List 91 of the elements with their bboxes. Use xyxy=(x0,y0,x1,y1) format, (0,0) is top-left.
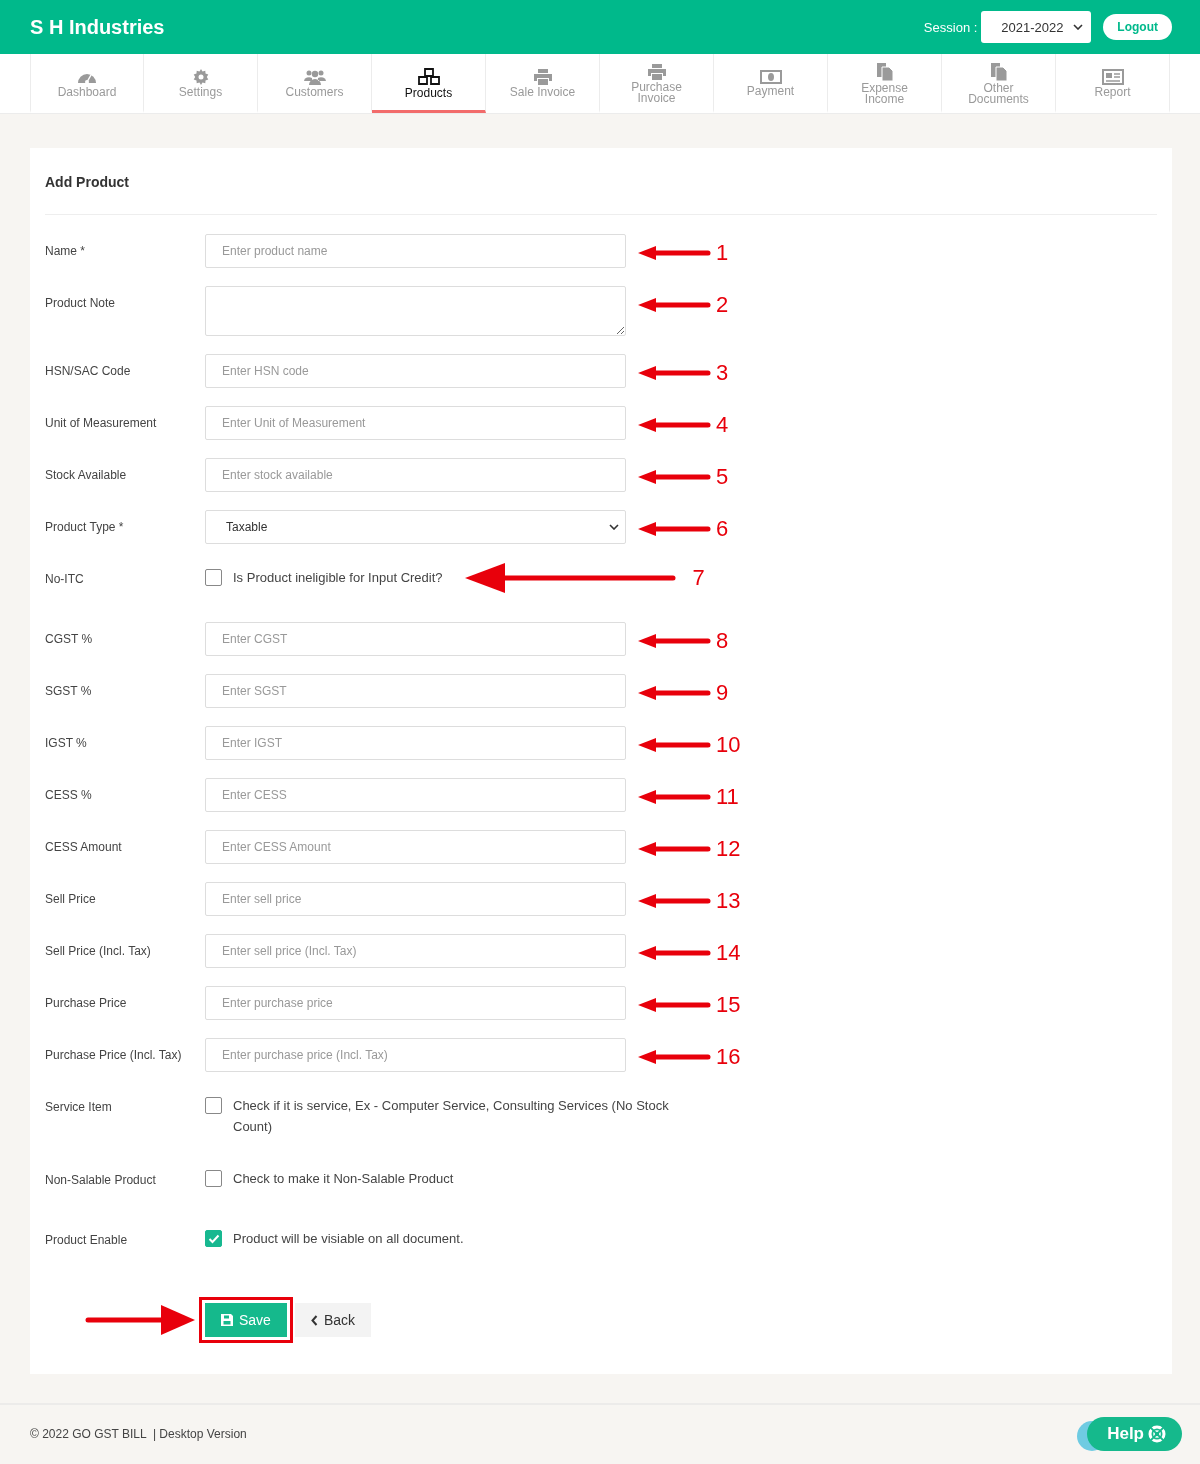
annotation-number: 10 xyxy=(716,734,741,756)
nav-tab[interactable]: Settings xyxy=(144,54,258,113)
input-field[interactable]: Enter CESS Amount xyxy=(205,830,626,864)
annotation-number: 7 xyxy=(692,567,705,589)
annotation-number: 5 xyxy=(716,466,729,488)
nav-tab[interactable]: Customers xyxy=(258,54,372,113)
nav-tab[interactable]: Sale Invoice xyxy=(486,54,600,113)
input-field[interactable]: Enter purchase price xyxy=(205,986,626,1020)
annotation-number: 1 xyxy=(716,242,729,264)
input-field[interactable]: Enter purchase price (Incl. Tax) xyxy=(205,1038,626,1072)
field-label: Product Enable xyxy=(45,1232,129,1249)
annotation-number: 2 xyxy=(716,294,729,316)
nav-tab[interactable]: Payment xyxy=(714,54,828,113)
annotation-number: 11 xyxy=(716,786,739,808)
checkbox[interactable] xyxy=(205,1097,222,1114)
documents-icon xyxy=(989,62,1008,81)
annotation-number: 16 xyxy=(716,1046,741,1068)
checkbox-label: Product will be visiable on all document. xyxy=(233,1230,464,1248)
field-label: Sell Price (Incl. Tax) xyxy=(45,943,152,960)
nav-tab[interactable]: Other Documents xyxy=(942,54,1056,113)
logout-button[interactable]: Logout xyxy=(1103,14,1172,40)
gear-icon xyxy=(192,69,209,85)
input-field[interactable]: Enter CGST xyxy=(205,622,626,656)
nav-tab[interactable]: Expense Income xyxy=(828,54,942,113)
printer-icon xyxy=(532,69,553,85)
annotation-number: 4 xyxy=(716,414,729,436)
checkbox[interactable] xyxy=(205,569,222,586)
boxes-icon xyxy=(416,68,441,86)
field-label: CESS Amount xyxy=(45,839,123,856)
input-field[interactable]: Enter sell price (Incl. Tax) xyxy=(205,934,626,968)
back-button[interactable]: Back xyxy=(294,1303,372,1337)
field-label: No-ITC xyxy=(45,571,85,588)
input-field[interactable]: Enter sell price xyxy=(205,882,626,916)
nav-tab[interactable]: Products xyxy=(372,54,486,113)
users-icon xyxy=(303,69,326,85)
field-label: HSN/SAC Code xyxy=(45,363,132,380)
input-field[interactable]: Enter CESS xyxy=(205,778,626,812)
field-label: Product Note xyxy=(45,295,117,312)
field-label: Stock Available xyxy=(45,467,128,484)
floppy-icon xyxy=(221,1314,233,1326)
input-field[interactable]: Enter stock available xyxy=(205,458,626,492)
printer-icon xyxy=(646,63,667,80)
input-field[interactable]: Enter HSN code xyxy=(205,354,626,388)
lifebuoy-icon xyxy=(1148,1425,1166,1443)
footer-text: © 2022 GO GST BILL | Desktop Version xyxy=(30,1427,247,1441)
input-field[interactable]: Enter SGST xyxy=(205,674,626,708)
field-label: Product Type * xyxy=(45,519,125,536)
documents-icon xyxy=(875,62,894,81)
field-label: IGST % xyxy=(45,735,88,752)
annotation-number: 9 xyxy=(716,682,729,704)
checkbox-label: Is Product ineligible for Input Credit? xyxy=(233,569,443,587)
annotation-number: 3 xyxy=(716,362,729,384)
chevron-left-icon xyxy=(310,1314,318,1326)
annotation-number: 14 xyxy=(716,942,741,964)
session-select[interactable]: 2021-2022 xyxy=(981,11,1092,43)
annotation-number: 13 xyxy=(716,890,741,912)
field-label: CGST % xyxy=(45,631,94,648)
annotation-number: 8 xyxy=(716,630,729,652)
nav-tab[interactable]: Report xyxy=(1056,54,1170,113)
chevron-down-icon xyxy=(609,524,619,530)
field-label: SGST % xyxy=(45,683,93,700)
field-label: Name * xyxy=(45,243,86,260)
note-field[interactable] xyxy=(205,286,626,336)
field-label: CESS % xyxy=(45,787,93,804)
nav-tab[interactable]: Dashboard xyxy=(30,54,144,113)
checkbox-label: Check if it is service, Ex - Computer Service, Consulting Services (No Stock Count) xyxy=(233,1097,670,1136)
banknote-icon xyxy=(759,70,782,84)
help-button[interactable]: Help xyxy=(1087,1417,1182,1451)
chevron-down-icon xyxy=(1073,24,1084,30)
field-label: Service Item xyxy=(45,1099,113,1116)
session-label: Session : xyxy=(923,19,978,35)
field-label: Unit of Measurement xyxy=(45,415,158,432)
field-label: Sell Price xyxy=(45,891,97,908)
save-button[interactable]: Save xyxy=(205,1303,287,1337)
checkbox[interactable] xyxy=(205,1170,222,1187)
form-title: Add Product xyxy=(45,148,1157,215)
checkbox-label: Check to make it Non-Salable Product xyxy=(233,1170,454,1188)
field-label: Purchase Price xyxy=(45,995,128,1012)
annotation-number: 15 xyxy=(716,994,741,1016)
nav-tab[interactable]: Purchase Invoice xyxy=(600,54,714,113)
newspaper-icon xyxy=(1101,69,1124,85)
brand-name: S H Industries xyxy=(30,15,165,39)
input-field[interactable]: Enter IGST xyxy=(205,726,626,760)
input-field[interactable]: Enter Unit of Measurement xyxy=(205,406,626,440)
field-label: Non-Salable Product xyxy=(45,1172,157,1189)
type-select[interactable]: Taxable xyxy=(205,510,626,544)
field-label: Purchase Price (Incl. Tax) xyxy=(45,1047,183,1064)
annotation-number: 12 xyxy=(716,838,741,860)
annotation-number: 6 xyxy=(716,518,729,540)
checkbox[interactable] xyxy=(205,1230,222,1247)
input-field[interactable]: Enter product name xyxy=(205,234,626,268)
